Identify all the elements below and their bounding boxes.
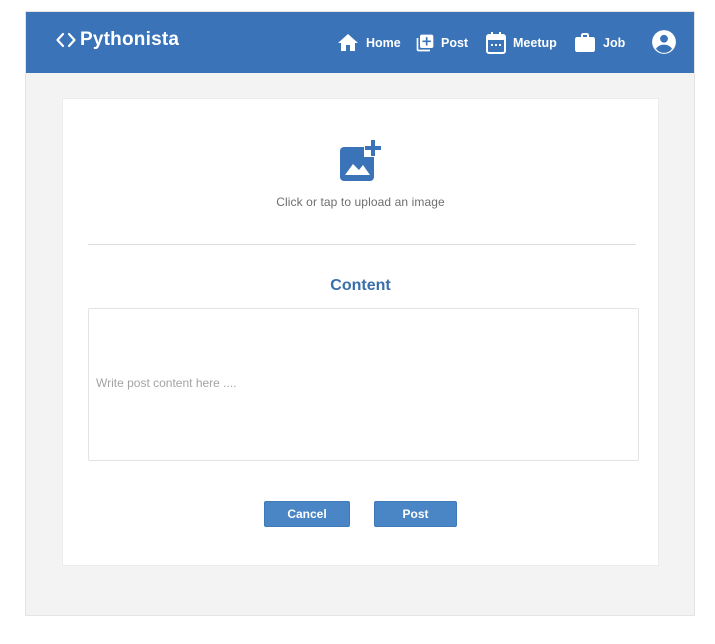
home-icon bbox=[338, 34, 358, 51]
nav-post[interactable]: Post bbox=[415, 30, 468, 56]
nav-job-label: Job bbox=[603, 36, 626, 50]
cancel-button[interactable]: Cancel bbox=[264, 501, 350, 527]
app-window: Pythonista Home Post Meetup Job Click or… bbox=[25, 11, 695, 616]
top-navbar: Pythonista Home Post Meetup Job bbox=[26, 12, 694, 73]
account-circle-icon bbox=[652, 30, 676, 54]
post-content-input[interactable] bbox=[88, 308, 639, 461]
add-box-icon bbox=[416, 34, 434, 52]
code-brackets-icon bbox=[56, 32, 76, 48]
briefcase-icon bbox=[575, 33, 595, 52]
nav-meetup-label: Meetup bbox=[513, 36, 557, 50]
nav-home-label: Home bbox=[366, 36, 401, 50]
nav-post-label: Post bbox=[441, 36, 469, 50]
nav-meetup[interactable]: Meetup bbox=[485, 30, 557, 56]
image-upload-area[interactable]: Click or tap to upload an image bbox=[63, 129, 658, 219]
divider bbox=[88, 244, 636, 245]
calendar-icon bbox=[486, 32, 506, 54]
nav-home[interactable]: Home bbox=[336, 30, 401, 56]
post-button[interactable]: Post bbox=[374, 501, 457, 527]
nav-job[interactable]: Job bbox=[573, 30, 625, 56]
create-post-card: Click or tap to upload an image Content … bbox=[62, 98, 659, 566]
add-photo-icon bbox=[339, 139, 382, 181]
upload-prompt: Click or tap to upload an image bbox=[276, 195, 445, 209]
nav-profile[interactable] bbox=[651, 29, 677, 55]
brand-link[interactable]: Pythonista bbox=[54, 28, 179, 52]
content-heading: Content bbox=[330, 277, 391, 294]
brand-name: Pythonista bbox=[80, 29, 180, 50]
